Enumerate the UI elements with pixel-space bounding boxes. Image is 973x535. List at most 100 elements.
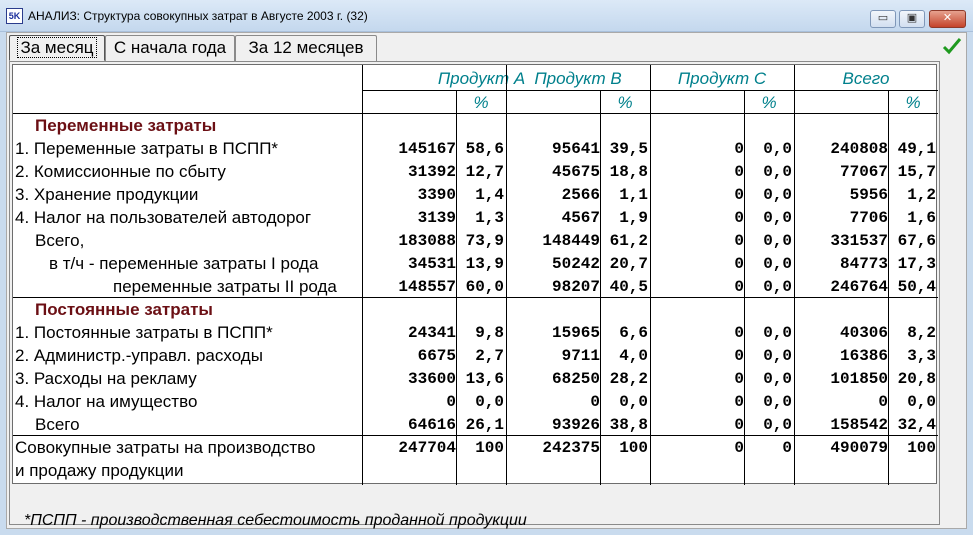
variable-row-4-value-0: 183088 xyxy=(398,232,456,250)
percent-divider-1 xyxy=(600,90,601,485)
variable-row-5-value-1: 13,9 xyxy=(465,255,504,273)
maximize-button[interactable]: ▣ xyxy=(899,10,925,28)
variable-row-4-value-2: 148449 xyxy=(542,232,600,250)
variable-row-1-value-2: 45675 xyxy=(551,163,600,181)
fixed-row-0-value-5: 0,0 xyxy=(763,324,792,342)
total-row-value-6: 490079 xyxy=(830,439,888,457)
variable-row-4-value-6: 331537 xyxy=(830,232,888,250)
fixed-row-1-value-6: 16386 xyxy=(839,347,888,365)
variable-row-1-value-4: 0 xyxy=(734,163,744,181)
fixed-row-4-label: Всего xyxy=(35,415,80,434)
total-row-value-1: 100 xyxy=(475,439,504,457)
variable-row-3-label: 4. Налог на пользователей автодорог xyxy=(15,208,312,227)
variable-row-5-label: в т/ч - переменные затраты I рода xyxy=(49,254,319,273)
tab-year-to-date[interactable]: С начала года xyxy=(105,35,235,61)
variable-row-3-value-5: 0,0 xyxy=(763,209,792,227)
fixed-row-0-value-7: 8,2 xyxy=(907,324,936,342)
header-product-c: Продукт C xyxy=(677,69,767,88)
header-product-b: Продукт B xyxy=(534,69,622,88)
tab-month[interactable]: За месяц xyxy=(9,35,105,61)
fixed-row-3-label: 4. Налог на имущество xyxy=(15,392,198,411)
variable-row-0-value-1: 58,6 xyxy=(465,140,504,158)
variable-row-6-value-7: 50,4 xyxy=(897,278,936,296)
fixed-row-2-value-5: 0,0 xyxy=(763,370,792,388)
fixed-row-2-value-6: 101850 xyxy=(830,370,888,388)
close-button[interactable]: ✕ xyxy=(929,10,966,28)
variable-row-2-label: 3. Хранение продукции xyxy=(15,185,199,204)
fixed-row-4-value-5: 0,0 xyxy=(763,416,792,434)
fixed-row-0-label: 1. Постоянные затраты в ПСПП* xyxy=(15,323,273,342)
total-row-value-0: 247704 xyxy=(398,439,456,457)
column-divider-2 xyxy=(650,65,651,485)
variable-row-6-value-6: 246764 xyxy=(830,278,888,296)
variable-row-5-value-7: 17,3 xyxy=(897,255,936,273)
section-title-variable: Переменные затраты xyxy=(35,116,217,135)
total-row-value-4: 0 xyxy=(734,439,744,457)
fixed-row-2-label: 3. Расходы на рекламу xyxy=(15,369,197,388)
percent-header-b: % xyxy=(617,93,633,112)
fixed-row-4-value-6: 158542 xyxy=(830,416,888,434)
variable-row-2-value-5: 0,0 xyxy=(763,186,792,204)
column-divider-3 xyxy=(794,65,795,485)
variable-row-5-value-0: 34531 xyxy=(407,255,456,273)
fixed-row-3-value-3: 0,0 xyxy=(619,393,648,411)
variable-row-0-label: 1. Переменные затраты в ПСПП* xyxy=(15,139,279,158)
variable-row-3-value-3: 1,9 xyxy=(619,209,648,227)
variable-row-5-value-4: 0 xyxy=(734,255,744,273)
fixed-row-0-value-1: 9,8 xyxy=(475,324,504,342)
column-divider-1 xyxy=(506,65,507,485)
fixed-row-0-value-0: 24341 xyxy=(407,324,456,342)
percent-header-c: % xyxy=(761,93,777,112)
percent-header-total: % xyxy=(905,93,921,112)
variable-row-0-value-5: 0,0 xyxy=(763,140,792,158)
variable-row-1-value-7: 15,7 xyxy=(897,163,936,181)
footnote: *ПСПП - производственная себестоимость п… xyxy=(24,512,527,529)
variable-row-6-value-0: 148557 xyxy=(398,278,456,296)
fixed-row-1-value-3: 4,0 xyxy=(619,347,648,365)
fixed-row-2-value-3: 28,2 xyxy=(609,370,648,388)
ok-check-icon[interactable] xyxy=(942,37,962,55)
fixed-row-0-value-3: 6,6 xyxy=(619,324,648,342)
fixed-row-1-value-4: 0 xyxy=(734,347,744,365)
fixed-row-0-value-2: 15965 xyxy=(551,324,600,342)
variable-row-0-value-6: 240808 xyxy=(830,140,888,158)
tab-12-months[interactable]: За 12 месяцев xyxy=(235,35,377,61)
fixed-row-3-value-6: 0 xyxy=(878,393,888,411)
section-title-fixed: Постоянные затраты xyxy=(35,300,213,319)
variable-row-4-value-3: 61,2 xyxy=(609,232,648,250)
variable-row-6-value-3: 40,5 xyxy=(609,278,648,296)
cost-structure-table: Продукт A Продукт B Продукт C Всего % % … xyxy=(12,64,938,485)
percent-header-a: % xyxy=(473,93,489,112)
variable-row-3-value-1: 1,3 xyxy=(475,209,504,227)
variable-row-4-value-1: 73,9 xyxy=(465,232,504,250)
header-bottom-line xyxy=(13,113,938,114)
fixed-row-1-label: 2. Администр.-управл. расходы xyxy=(15,346,263,365)
fixed-row-2-value-2: 68250 xyxy=(551,370,600,388)
fixed-row-3-value-5: 0,0 xyxy=(763,393,792,411)
fixed-row-1-value-1: 2,7 xyxy=(475,347,504,365)
header-total: Всего xyxy=(842,69,890,88)
minimize-button[interactable]: ▭ xyxy=(870,10,896,28)
variable-row-5-value-6: 84773 xyxy=(839,255,888,273)
variable-row-0-value-7: 49,1 xyxy=(897,140,936,158)
variable-row-5-value-3: 20,7 xyxy=(609,255,648,273)
fixed-row-1-value-0: 6675 xyxy=(417,347,456,365)
variable-row-1-value-5: 0,0 xyxy=(763,163,792,181)
fixed-row-4-value-2: 93926 xyxy=(551,416,600,434)
variable-row-1-value-6: 77067 xyxy=(839,163,888,181)
section-divider xyxy=(13,297,938,298)
fixed-row-2-value-1: 13,6 xyxy=(465,370,504,388)
fixed-row-3-value-2: 0 xyxy=(590,393,600,411)
fixed-row-3-value-0: 0 xyxy=(446,393,456,411)
variable-row-2-value-1: 1,4 xyxy=(475,186,504,204)
total-row-value-5: 0 xyxy=(782,439,792,457)
total-row-value-2: 242375 xyxy=(542,439,600,457)
total-label-line1: Совокупные затраты на производство xyxy=(15,438,316,457)
window-title: АНАЛИЗ: Структура совокупных затрат в Ав… xyxy=(28,9,368,23)
variable-row-0-value-3: 39,5 xyxy=(609,140,648,158)
tab-panel: Продукт A Продукт B Продукт C Всего % % … xyxy=(9,61,940,529)
fixed-row-3-value-1: 0,0 xyxy=(475,393,504,411)
fixed-row-4-value-0: 64616 xyxy=(407,416,456,434)
header-divider xyxy=(362,90,938,91)
variable-row-6-value-4: 0 xyxy=(734,278,744,296)
